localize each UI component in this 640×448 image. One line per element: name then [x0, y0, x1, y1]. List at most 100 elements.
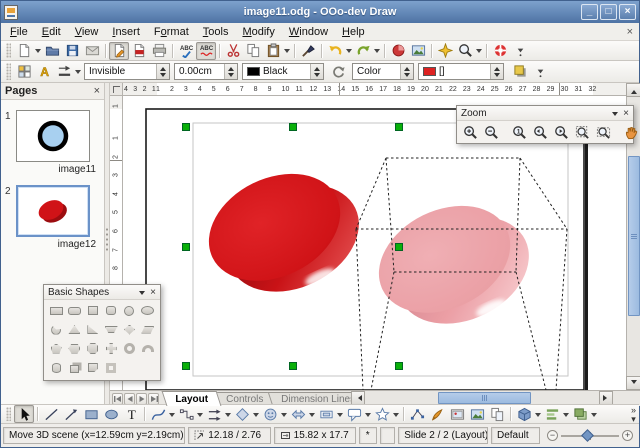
basic-shapes-close-icon[interactable]: ×	[150, 287, 156, 298]
spinner[interactable]	[310, 64, 323, 79]
clone-formatting-button[interactable]	[298, 42, 318, 60]
horizontal-ruler[interactable]: 4321123456789101112131415161718192021222…	[123, 83, 626, 96]
shape-diamond-button[interactable]	[120, 321, 138, 338]
shape-triangle-button[interactable]	[65, 321, 83, 338]
object-zoom-button[interactable]	[621, 123, 640, 141]
zoom-page-width-button[interactable]	[593, 123, 613, 141]
dropdown-caret[interactable]	[196, 405, 204, 423]
shape-ellipse-button[interactable]	[139, 302, 157, 319]
arrange-button[interactable]	[570, 405, 590, 423]
scroll-down-arrow[interactable]	[626, 376, 640, 390]
arrow-style-button[interactable]	[54, 63, 74, 81]
save-button[interactable]	[62, 42, 82, 60]
shape-rectangle-button[interactable]	[47, 302, 65, 319]
paste-button[interactable]	[263, 42, 283, 60]
dropdown-caret[interactable]	[280, 405, 288, 423]
spinner[interactable]	[224, 64, 237, 79]
chart-button[interactable]	[388, 42, 408, 60]
basic-shapes-button[interactable]	[232, 405, 252, 423]
pages-panel-close-icon[interactable]: ×	[94, 85, 100, 97]
scroll-up-arrow[interactable]	[626, 83, 640, 97]
close-button[interactable]: ×	[619, 4, 636, 20]
insert-picture-button[interactable]	[447, 405, 467, 423]
shape-trapezoid-button[interactable]	[102, 321, 120, 338]
shape-ring-button[interactable]	[120, 340, 138, 357]
dropdown-caret[interactable]	[534, 405, 542, 423]
gallery-button[interactable]	[467, 405, 487, 423]
menu-format[interactable]: Format	[147, 25, 196, 40]
tab-layout[interactable]: Layout	[162, 391, 222, 406]
dropdown-caret[interactable]	[74, 63, 82, 81]
shape-right-triangle-button[interactable]	[84, 321, 102, 338]
zoom-slider[interactable]: − +	[543, 430, 637, 441]
dropdown-caret[interactable]	[34, 42, 42, 60]
shape-parallelogram-button[interactable]	[139, 321, 157, 338]
export-pdf-button[interactable]	[129, 42, 149, 60]
redo-button[interactable]	[353, 42, 373, 60]
zoom-in-button[interactable]	[460, 123, 480, 141]
menu-window[interactable]: Window	[282, 25, 335, 40]
shape-folded-corner-button[interactable]	[84, 359, 102, 376]
page-thumbnail-image12[interactable]	[16, 185, 90, 237]
cut-button[interactable]	[223, 42, 243, 60]
zoom-in-slider-button[interactable]: +	[622, 430, 633, 441]
zoom-entire-page-button[interactable]	[572, 123, 592, 141]
spinner[interactable]	[156, 64, 169, 79]
page-thumbnail-image11[interactable]	[16, 110, 90, 162]
auto-spellcheck-button[interactable]: ABC	[196, 42, 216, 60]
stars-button[interactable]	[372, 405, 392, 423]
zoom-out-button[interactable]	[481, 123, 501, 141]
shape-cross-button[interactable]	[102, 340, 120, 357]
dropdown-caret[interactable]	[224, 405, 232, 423]
shape-frame-button[interactable]	[102, 359, 120, 376]
fill-type-combo[interactable]: Color	[352, 63, 414, 80]
line-arrow-end-button[interactable]	[61, 405, 81, 423]
shape-circle-button[interactable]	[120, 302, 138, 319]
dropdown-caret[interactable]	[392, 405, 400, 423]
alignment-button[interactable]	[542, 405, 562, 423]
clone-button[interactable]	[487, 405, 507, 423]
3d-objects-button[interactable]	[514, 405, 534, 423]
shape-pentagon-button[interactable]	[47, 340, 65, 357]
lines-arrows-button[interactable]	[204, 405, 224, 423]
zoom-out-slider-button[interactable]: −	[547, 430, 558, 441]
shadow-button[interactable]	[510, 63, 530, 81]
palette-menu-icon[interactable]	[139, 291, 145, 298]
horizontal-scroll-thumb[interactable]	[438, 392, 531, 404]
select-arrow-button[interactable]	[14, 405, 34, 423]
status-style[interactable]: Default	[491, 427, 540, 444]
scroll-left-arrow[interactable]	[351, 391, 365, 405]
block-arrows-button[interactable]	[288, 405, 308, 423]
callouts-button[interactable]	[344, 405, 364, 423]
symbol-shapes-button[interactable]	[260, 405, 280, 423]
ruler-origin-corner[interactable]	[110, 83, 123, 96]
flowchart-button[interactable]	[316, 405, 336, 423]
menu-modify[interactable]: Modify	[235, 25, 281, 40]
spinner[interactable]	[400, 64, 413, 79]
shape-square-button[interactable]	[84, 302, 102, 319]
dropdown-caret[interactable]	[562, 405, 570, 423]
undo-button[interactable]	[325, 42, 345, 60]
styles-grid-button[interactable]	[14, 63, 34, 81]
ellipse-button[interactable]	[101, 405, 121, 423]
navigator-button[interactable]	[435, 42, 455, 60]
rectangle-button[interactable]	[81, 405, 101, 423]
zoom-palette-close-icon[interactable]: ×	[623, 108, 629, 119]
shape-cylinder-button[interactable]	[47, 359, 65, 376]
dropdown-caret[interactable]	[283, 42, 291, 60]
dropdown-caret[interactable]	[590, 405, 598, 423]
zoom-100-button[interactable]: 1	[509, 123, 529, 141]
menu-view[interactable]: View	[68, 25, 106, 40]
dropdown-caret[interactable]	[364, 405, 372, 423]
edit-points-button[interactable]	[407, 405, 427, 423]
dropdown-caret[interactable]	[308, 405, 316, 423]
dropdown-caret[interactable]	[475, 42, 483, 60]
menu-help[interactable]: Help	[335, 25, 372, 40]
open-folder-button[interactable]	[42, 42, 62, 60]
toolbar-overflow-button[interactable]	[530, 63, 550, 81]
shape-circle-pie-button[interactable]	[47, 321, 65, 338]
vertical-scroll-thumb[interactable]	[628, 156, 640, 316]
shape-hexagon-button[interactable]	[65, 340, 83, 357]
fill-color-combo[interactable]: []	[418, 63, 504, 80]
text-button[interactable]: T	[121, 405, 141, 423]
